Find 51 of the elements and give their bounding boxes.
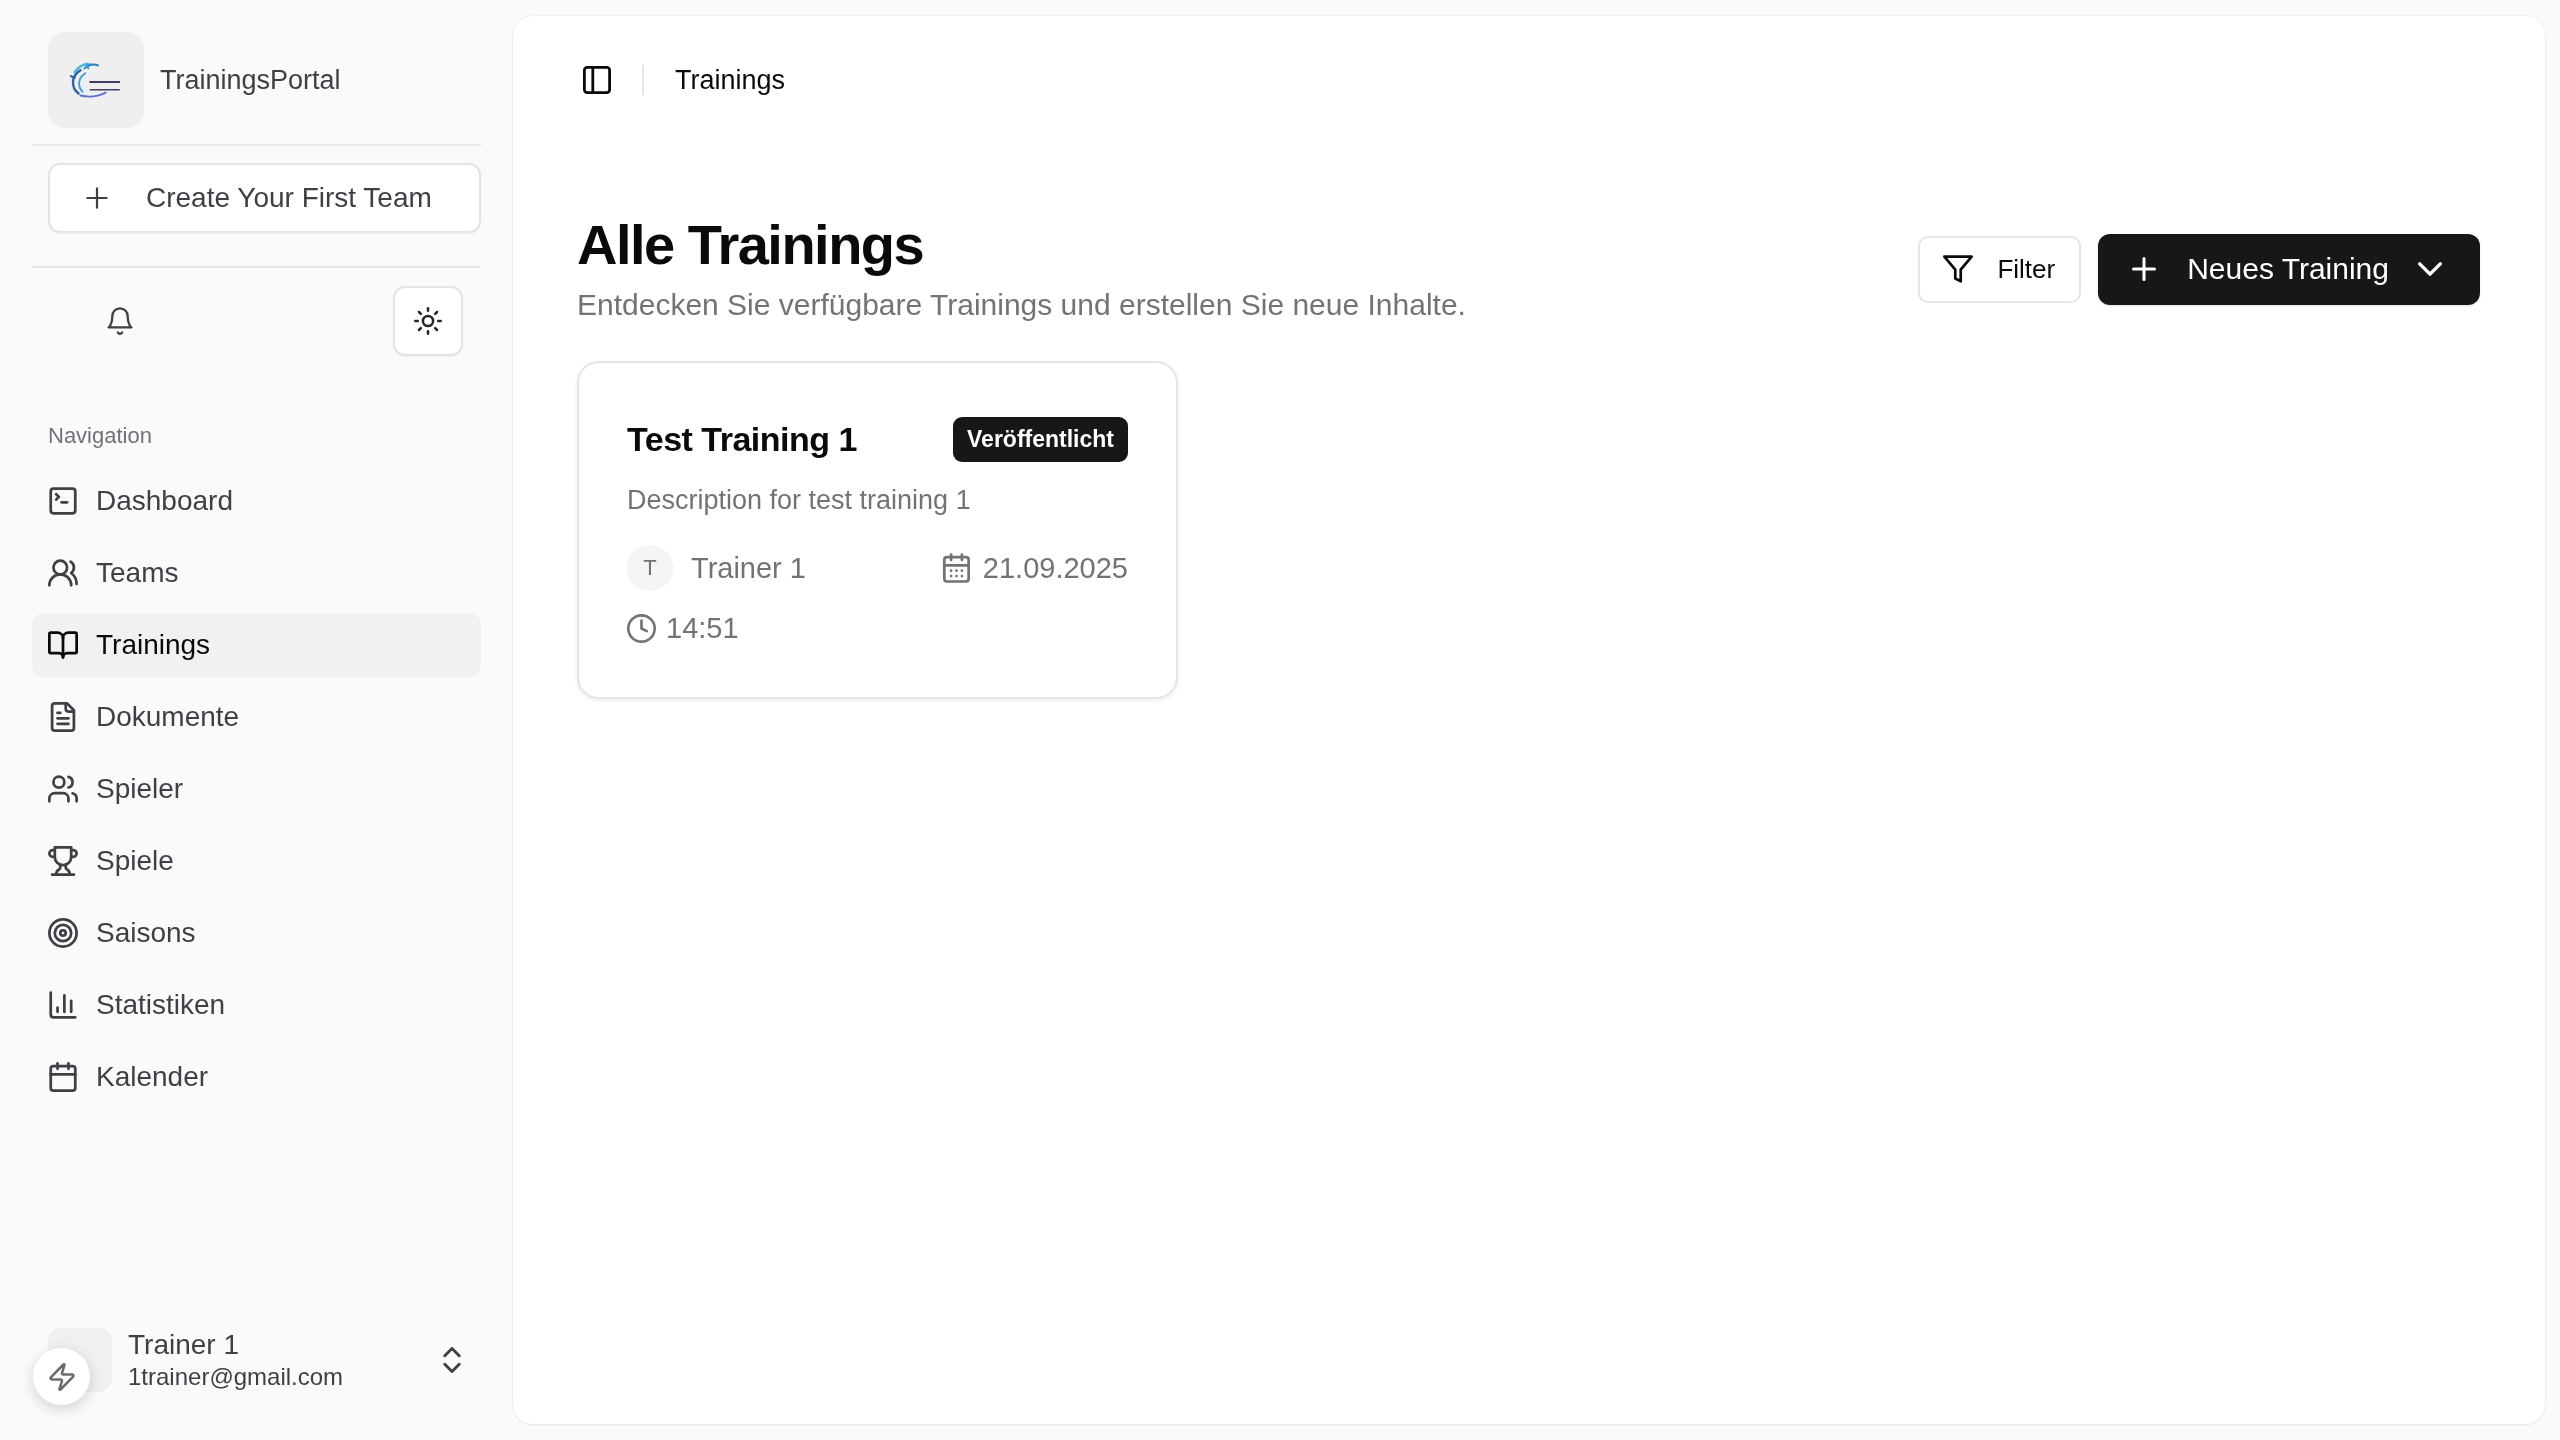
sun-icon	[414, 307, 442, 335]
plus-icon	[2132, 257, 2157, 281]
nav-item[interactable]: Statistiken	[32, 973, 481, 1037]
nav-item[interactable]: Trainings	[32, 613, 481, 677]
nav-item[interactable]: Teams	[32, 541, 481, 605]
open-book-icon	[48, 630, 78, 660]
date-text: 21.09.2025	[982, 551, 1128, 585]
nav-item[interactable]: Dokumente	[32, 685, 481, 749]
trophy-icon	[48, 846, 78, 876]
chevron-down-icon	[2418, 262, 2442, 276]
users-icon	[48, 558, 78, 588]
page-title: Alle Trainings	[577, 213, 925, 277]
users-icon	[48, 774, 78, 804]
bell-icon	[107, 307, 133, 335]
nav-item[interactable]: Dashboard	[32, 469, 481, 533]
notifications-button[interactable]	[107, 307, 133, 335]
theme-toggle-button[interactable]	[393, 286, 463, 356]
bar-chart-icon	[48, 990, 78, 1020]
nav-item[interactable]: Spieler	[32, 757, 481, 821]
nav-item[interactable]: Kalender	[32, 1045, 481, 1109]
status-badge: Veröffentlicht	[953, 416, 1128, 462]
nav-item[interactable]: Spiele	[32, 829, 481, 893]
trainer-name: Trainer 1	[691, 551, 806, 585]
calendar-icon	[942, 553, 970, 583]
training-card[interactable]: Test Training 1 Veröffentlicht Description for test training 1 T Trainer 1 21.09.2025 14:51	[577, 361, 1178, 699]
page-subtitle: Entdecken Sie verfügbare Trainings und erstellen Sie neue Inhalte.	[577, 287, 1466, 323]
brand-name: TrainingsPortal	[160, 64, 341, 96]
new-training-button[interactable]: Neues Training	[2098, 233, 2480, 305]
trainer-avatar: T	[627, 545, 673, 591]
card-title: Test Training 1	[627, 419, 857, 459]
lightning-button[interactable]	[33, 1348, 90, 1405]
target-icon	[48, 918, 78, 948]
filter-button[interactable]: Filter	[1918, 235, 2082, 303]
panel-icon	[583, 66, 611, 94]
breadcrumb: Trainings	[675, 64, 786, 96]
nav-item[interactable]: Saisons	[32, 901, 481, 965]
plus-icon	[86, 187, 108, 209]
card-description: Description for test training 1	[627, 484, 972, 517]
create-team-button[interactable]: Create Your First Team	[48, 163, 481, 233]
filter-icon	[1943, 255, 1974, 283]
terminal-icon	[48, 486, 78, 516]
lightning-icon	[48, 1362, 75, 1391]
time-text: 14:51	[666, 611, 739, 645]
splash-logo-icon	[48, 32, 144, 128]
user-name: Trainer 1	[128, 1328, 240, 1362]
user-email: 1trainer@gmail.com	[128, 1362, 344, 1392]
clock-icon	[627, 613, 656, 643]
chevrons-up-down-icon[interactable]	[443, 1347, 461, 1373]
document-icon	[48, 702, 78, 732]
calendar-icon	[48, 1062, 78, 1092]
nav-section-label: Navigation	[47, 422, 153, 450]
